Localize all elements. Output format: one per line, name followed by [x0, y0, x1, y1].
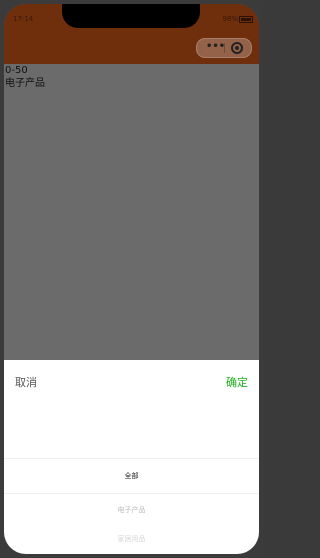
mini-program-capsule: ••• — [196, 38, 252, 58]
picker-selection-bottom-line — [4, 493, 259, 494]
more-dots-icon[interactable]: ••• — [206, 41, 225, 53]
picker-option[interactable]: 全部 — [4, 471, 259, 481]
battery-icon — [239, 16, 253, 23]
picker-option[interactable]: 电子产品 — [4, 505, 259, 515]
navigation-bar: ••• — [4, 36, 259, 64]
battery-percent: 98% — [222, 15, 238, 23]
page-content: 0-50 电子产品 — [4, 64, 259, 90]
target-icon[interactable] — [231, 42, 243, 54]
price-range-text: 0-50 — [5, 65, 28, 76]
confirm-button[interactable]: 确定 — [226, 374, 248, 390]
phone-frame: 17:14 98% ••• 0-50 电子产品 取消 确定 全部 电子产品 家居 — [0, 0, 263, 558]
phone-screen: 17:14 98% ••• 0-50 电子产品 取消 确定 全部 电子产品 家居 — [4, 4, 259, 554]
category-text: 电子产品 — [5, 78, 45, 89]
cancel-button[interactable]: 取消 — [15, 374, 37, 390]
picker-selection-top-line — [4, 458, 259, 459]
notch — [62, 4, 200, 28]
capsule-divider — [224, 43, 225, 53]
picker-option[interactable]: 家居用品 — [4, 534, 259, 544]
status-time: 17:14 — [13, 15, 34, 23]
picker-sheet: 取消 确定 全部 电子产品 家居用品 — [4, 360, 259, 554]
picker-header: 取消 确定 — [4, 360, 259, 400]
